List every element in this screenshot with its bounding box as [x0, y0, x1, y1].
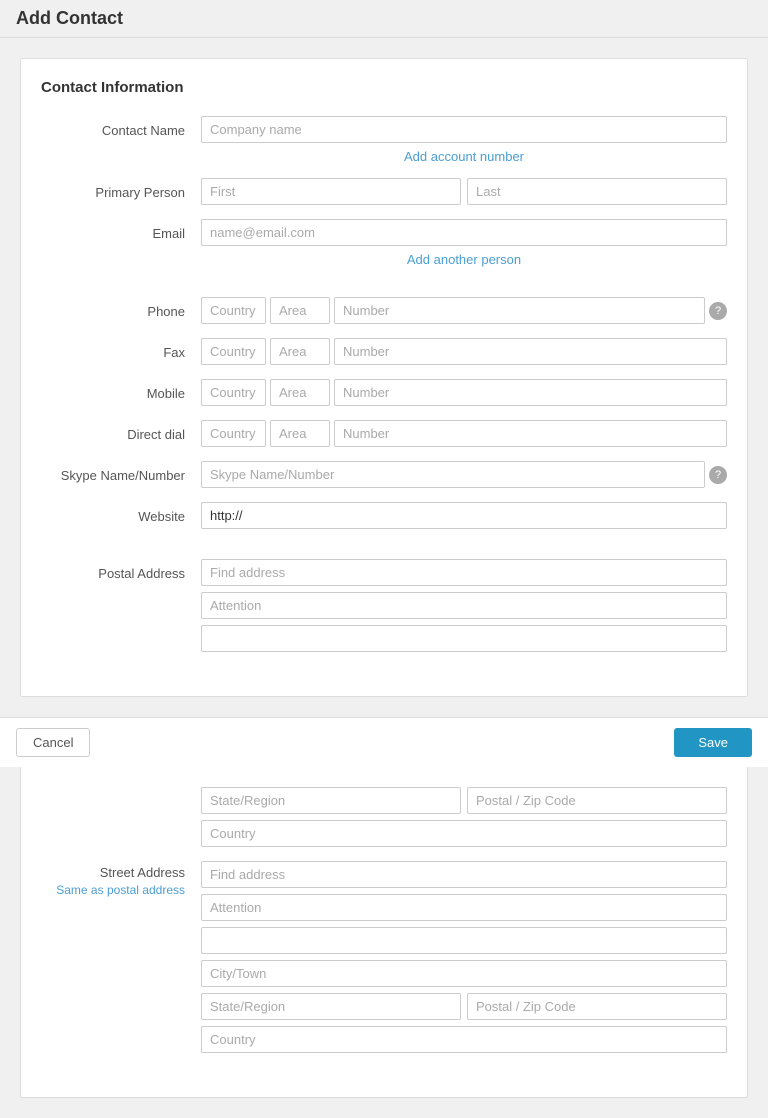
mobile-label: Mobile — [41, 379, 201, 401]
footer-bar: Cancel Save — [0, 717, 768, 767]
form-card: Contact Information Contact Name Add acc… — [20, 58, 748, 697]
street-state-input[interactable] — [201, 993, 461, 1020]
page-title: Add Contact — [16, 8, 752, 29]
phone-help-icon[interactable]: ? — [709, 302, 727, 320]
street-line2-input[interactable] — [201, 927, 727, 954]
skype-row: Skype Name/Number ? — [41, 461, 727, 488]
fax-country-input[interactable] — [201, 338, 266, 365]
website-label: Website — [41, 502, 201, 524]
fax-row: Fax — [41, 338, 727, 365]
website-row: Website — [41, 502, 727, 529]
street-address-row: Street Address Same as postal address — [41, 861, 727, 1053]
phone-row: Phone ? — [41, 297, 727, 324]
direct-dial-label: Direct dial — [41, 420, 201, 442]
phone-number-input[interactable] — [334, 297, 705, 324]
contact-name-input[interactable] — [201, 116, 727, 143]
skype-help-icon[interactable]: ? — [709, 466, 727, 484]
street-country-input[interactable] — [201, 1026, 727, 1053]
direct-area-input[interactable] — [270, 420, 330, 447]
postal-street-input[interactable] — [201, 625, 727, 652]
fax-label: Fax — [41, 338, 201, 360]
direct-number-input[interactable] — [334, 420, 727, 447]
postal-address-label: Postal Address — [41, 559, 201, 581]
primary-person-label: Primary Person — [41, 178, 201, 200]
mobile-area-input[interactable] — [270, 379, 330, 406]
postal-attention-input[interactable] — [201, 592, 727, 619]
fax-number-input[interactable] — [334, 338, 727, 365]
direct-country-input[interactable] — [201, 420, 266, 447]
save-button[interactable]: Save — [674, 728, 752, 757]
street-find-input[interactable] — [201, 861, 727, 888]
street-city-input[interactable] — [201, 960, 727, 987]
postal-state-row — [41, 787, 727, 847]
postal-find-input[interactable] — [201, 559, 727, 586]
email-row: Email Add another person — [41, 219, 727, 267]
email-label: Email — [41, 219, 201, 241]
fax-area-input[interactable] — [270, 338, 330, 365]
same-as-postal-button[interactable]: Same as postal address — [56, 883, 185, 897]
form-card-continued: Street Address Same as postal address — [20, 767, 748, 1098]
contact-name-row: Contact Name Add account number — [41, 116, 727, 164]
first-name-input[interactable] — [201, 178, 461, 205]
direct-dial-row: Direct dial — [41, 420, 727, 447]
mobile-country-input[interactable] — [201, 379, 266, 406]
add-account-number-button[interactable]: Add account number — [201, 149, 727, 164]
skype-input[interactable] — [201, 461, 705, 488]
postal-country-input[interactable] — [201, 820, 727, 847]
street-zip-input[interactable] — [467, 993, 727, 1020]
mobile-row: Mobile — [41, 379, 727, 406]
mobile-number-input[interactable] — [334, 379, 727, 406]
phone-country-input[interactable] — [201, 297, 266, 324]
section-title: Contact Information — [41, 79, 727, 96]
email-input[interactable] — [201, 219, 727, 246]
contact-name-label: Contact Name — [41, 116, 201, 138]
street-address-label-group: Street Address Same as postal address — [41, 861, 201, 897]
primary-person-row: Primary Person — [41, 178, 727, 205]
postal-address-row: Postal Address — [41, 559, 727, 652]
postal-zip-input[interactable] — [467, 787, 727, 814]
cancel-button[interactable]: Cancel — [16, 728, 90, 757]
skype-label: Skype Name/Number — [41, 461, 201, 483]
page-header: Add Contact — [0, 0, 768, 38]
phone-label: Phone — [41, 297, 201, 319]
street-address-label: Street Address — [41, 865, 185, 880]
phone-area-input[interactable] — [270, 297, 330, 324]
postal-state-label-spacer — [41, 787, 201, 794]
last-name-input[interactable] — [467, 178, 727, 205]
website-input[interactable] — [201, 502, 727, 529]
postal-state-input[interactable] — [201, 787, 461, 814]
street-attention-input[interactable] — [201, 894, 727, 921]
add-another-person-button[interactable]: Add another person — [201, 252, 727, 267]
